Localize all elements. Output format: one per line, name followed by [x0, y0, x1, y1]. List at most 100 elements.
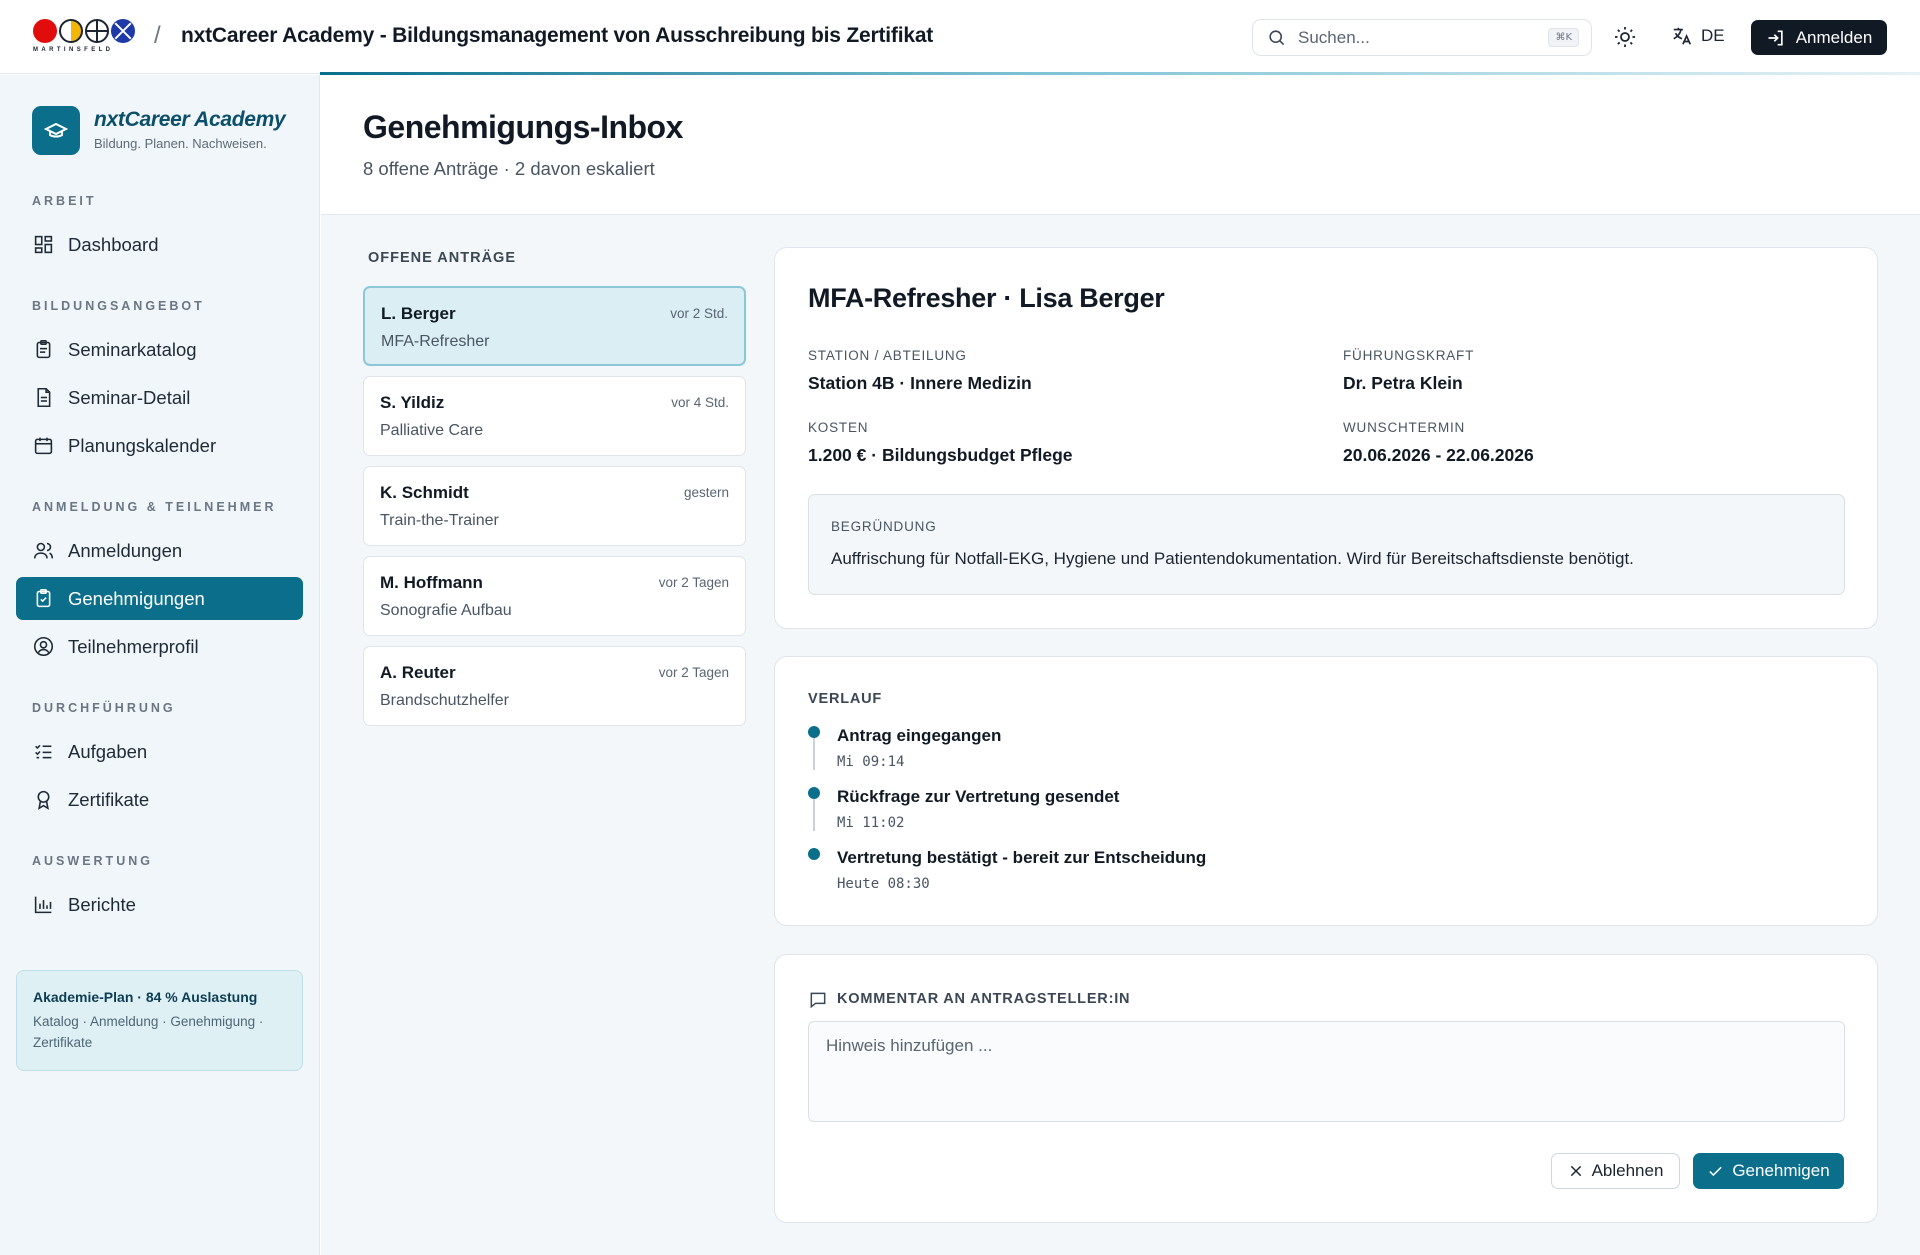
request-course: Brandschutzhelfer	[380, 692, 509, 709]
section-anmeldung-teilnehmer: ANMELDUNG & TEILNEHMER	[32, 500, 277, 514]
timeline-connector	[813, 799, 815, 831]
manager-label: FÜHRUNGSKRAFT	[1343, 348, 1475, 363]
check-icon	[1709, 1166, 1723, 1176]
request-time: vor 2 Tagen	[658, 665, 729, 680]
station-label: STATION / ABTEILUNG	[808, 348, 967, 363]
reason-label: BEGRÜNDUNG	[831, 519, 937, 534]
logo-cross-circle	[85, 19, 109, 43]
sidebar-item-label: Teilnehmerprofil	[68, 635, 199, 657]
request-name: S. Yildiz	[380, 393, 445, 412]
login-button[interactable]: Anmelden	[1751, 20, 1887, 55]
login-icon	[1768, 30, 1783, 45]
breadcrumb-separator: /	[154, 22, 161, 49]
section-bildungsangebot: BILDUNGSANGEBOT	[32, 299, 205, 313]
approve-button[interactable]: Genehmigen	[1693, 1153, 1844, 1189]
plan-card-subtitle: Katalog · Anmeldung · Genehmigung · Zert…	[33, 1014, 264, 1050]
sidebar-item-planungskalender[interactable]: Planungskalender	[16, 424, 303, 467]
cost-label: KOSTEN	[808, 420, 869, 435]
search-shortcut: ⌘K	[1548, 28, 1579, 47]
request-time: vor 4 Std.	[671, 395, 729, 410]
sidebar-item-label: Dashboard	[68, 233, 159, 255]
sidebar-item-dashboard[interactable]: Dashboard	[16, 223, 303, 266]
search-input[interactable]: Suchen... ⌘K	[1252, 19, 1592, 56]
request-name: M. Hoffmann	[380, 573, 483, 592]
open-requests-label: OFFENE ANTRÄGE	[368, 250, 516, 266]
sidebar-item-seminarkatalog[interactable]: Seminarkatalog	[16, 328, 303, 371]
logo-wordmark: MARTINSFELD	[33, 47, 114, 53]
sidebar-item-label: Anmeldungen	[68, 539, 183, 561]
request-card[interactable]: A. Reuter Brandschutzhelfer vor 2 Tagen	[363, 646, 746, 726]
request-time: vor 2 Std.	[670, 306, 728, 321]
sidebar: nxtCareer Academy Bildung. Planen. Nachw…	[0, 75, 320, 1255]
request-course: MFA-Refresher	[381, 333, 490, 350]
sidebar-item-seminar-detail[interactable]: Seminar-Detail	[16, 376, 303, 419]
request-course: Sonografie Aufbau	[380, 602, 512, 619]
reject-label: Ablehnen	[1591, 1161, 1664, 1180]
award-icon	[32, 789, 54, 811]
header-accent-line	[320, 72, 1920, 75]
history-panel: VERLAUF Antrag eingegangen Mi 09:14 Rück…	[774, 656, 1878, 926]
sidebar-item-label: Zertifikate	[68, 788, 150, 810]
users-icon	[32, 540, 54, 562]
theme-toggle-button[interactable]	[1613, 25, 1637, 49]
sidebar-item-genehmigungen[interactable]: Genehmigungen	[16, 577, 303, 620]
timeline-event-time: Heute 08:30	[837, 876, 930, 892]
timeline-event-time: Mi 09:14	[837, 754, 905, 770]
logo-half-circle	[59, 19, 83, 43]
comment-textarea[interactable]	[808, 1021, 1845, 1122]
station-value: Station 4B · Innere Medizin	[808, 373, 1032, 393]
sidebar-item-label: Seminarkatalog	[68, 338, 197, 360]
sidebar-item-aufgaben[interactable]: Aufgaben	[16, 730, 303, 773]
clipboard-check-icon	[32, 588, 54, 610]
dashboard-icon	[32, 234, 54, 256]
page-title: Genehmigungs-Inbox	[363, 109, 683, 145]
sidebar-item-label: Genehmigungen	[68, 587, 205, 609]
reject-button[interactable]: Ablehnen	[1551, 1153, 1680, 1189]
request-card-selected[interactable]: L. Berger MFA-Refresher vor 2 Std.	[363, 286, 746, 366]
reason-box: BEGRÜNDUNG Auffrischung für Notfall-EKG,…	[808, 494, 1845, 595]
date-label: WUNSCHTERMIN	[1343, 420, 1466, 435]
sidebar-item-teilnehmerprofil[interactable]: Teilnehmerprofil	[16, 625, 303, 668]
graduation-cap-icon	[44, 122, 68, 137]
comment-panel: KOMMENTAR AN ANTRAGSTELLER:IN Ablehnen G…	[774, 954, 1878, 1223]
request-card[interactable]: K. Schmidt Train-the-Trainer gestern	[363, 466, 746, 546]
timeline-event-title: Antrag eingegangen	[837, 726, 1002, 745]
page-subtitle: 8 offene Anträge · 2 davon eskaliert	[363, 158, 655, 179]
request-time: vor 2 Tagen	[658, 575, 729, 590]
sidebar-item-label: Berichte	[68, 893, 136, 915]
sidebar-item-berichte[interactable]: Berichte	[16, 883, 303, 926]
request-card[interactable]: M. Hoffmann Sonografie Aufbau vor 2 Tage…	[363, 556, 746, 636]
request-card[interactable]: S. Yildiz Palliative Care vor 4 Std.	[363, 376, 746, 456]
brand-mark	[32, 106, 80, 155]
calendar-icon	[32, 435, 54, 457]
page-header: Genehmigungs-Inbox 8 offene Anträge · 2 …	[321, 77, 1920, 215]
request-name: K. Schmidt	[380, 483, 469, 502]
top-bar: MARTINSFELD / nxtCareer Academy - Bildun…	[0, 0, 1920, 75]
plan-card-title: Akademie-Plan · 84 % Auslastung	[33, 989, 258, 1005]
clipboard-icon	[32, 339, 54, 361]
date-value: 20.06.2026 - 22.06.2026	[1343, 445, 1534, 465]
language-switcher[interactable]: DE	[1671, 25, 1725, 47]
martinsfeld-logo[interactable]: MARTINSFELD	[33, 19, 138, 55]
bar-chart-icon	[32, 894, 54, 916]
detail-title: MFA-Refresher · Lisa Berger	[808, 283, 1165, 313]
request-time: gestern	[683, 485, 729, 500]
sidebar-brand[interactable]: nxtCareer Academy Bildung. Planen. Nachw…	[32, 106, 286, 155]
request-detail-panel: MFA-Refresher · Lisa Berger STATION / AB…	[774, 247, 1878, 629]
request-course: Train-the-Trainer	[380, 512, 499, 529]
request-course: Palliative Care	[380, 422, 484, 439]
comment-icon	[810, 992, 826, 1009]
section-arbeit: ARBEIT	[32, 194, 97, 208]
sidebar-item-zertifikate[interactable]: Zertifikate	[16, 778, 303, 821]
sidebar-item-label: Planungskalender	[68, 434, 217, 456]
search-icon	[1269, 30, 1285, 46]
manager-value: Dr. Petra Klein	[1343, 373, 1463, 393]
section-durchfuehrung: DURCHFÜHRUNG	[32, 701, 176, 715]
sidebar-item-label: Aufgaben	[68, 740, 148, 762]
checklist-icon	[32, 741, 54, 763]
timeline-dot	[808, 726, 820, 738]
cost-value: 1.200 € · Bildungsbudget Pflege	[808, 445, 1073, 465]
sidebar-item-anmeldungen[interactable]: Anmeldungen	[16, 529, 303, 572]
timeline-connector	[813, 738, 815, 770]
app-title: nxtCareer Academy - Bildungsmanagement v…	[181, 24, 934, 47]
